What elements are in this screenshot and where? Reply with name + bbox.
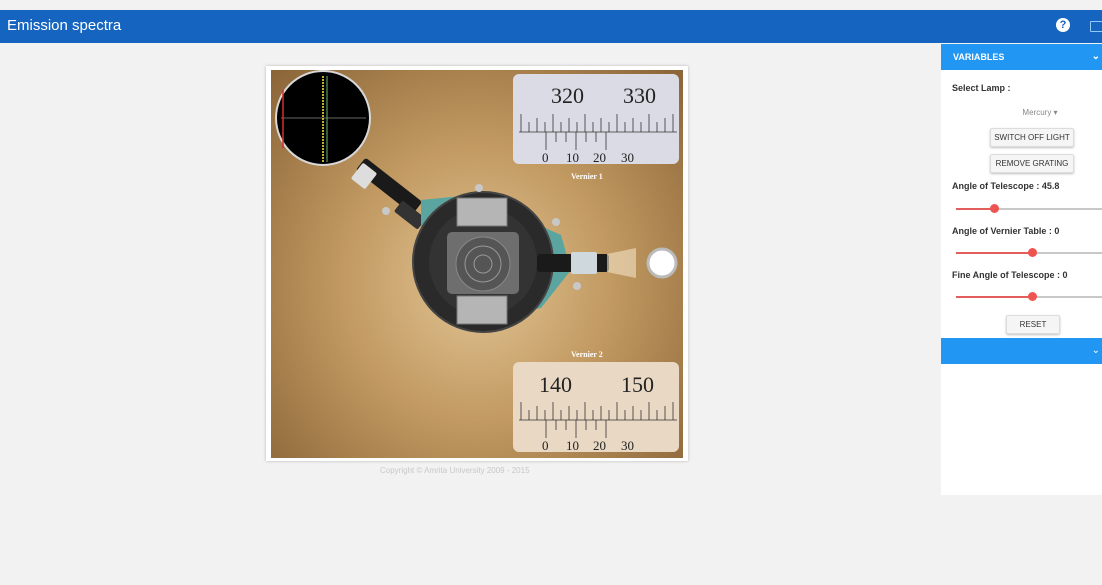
- vernier-2-label: Vernier 2: [571, 350, 603, 359]
- slider-track: [1032, 296, 1102, 298]
- remove-grating-button[interactable]: REMOVE GRATING: [990, 154, 1074, 173]
- vernier-2-sub-30: 30: [621, 438, 634, 453]
- slider-track: [1032, 252, 1102, 254]
- select-lamp-label: Select Lamp :: [952, 83, 1011, 93]
- vernier-1-sub-10: 10: [566, 150, 579, 165]
- grating-platform[interactable]: [455, 236, 511, 292]
- vernier-1-main-right: 330: [623, 83, 656, 108]
- simulation-stage: 320 330 0 10 20 30 Vernier 1 Vernier 2 1…: [271, 70, 683, 458]
- vernier-table-angle-slider[interactable]: [956, 248, 1102, 257]
- app-header-bar: Emission spectra ?: [0, 10, 1102, 43]
- spectrometer-scene: 320 330 0 10 20 30 Vernier 1 Vernier 2 1…: [275, 70, 679, 453]
- switch-off-light-button[interactable]: SWITCH OFF LIGHT: [990, 128, 1074, 147]
- lamp-select-value: Mercury: [1022, 108, 1052, 117]
- collimator-clamp: [571, 252, 597, 274]
- chevron-down-icon[interactable]: ⌄: [1092, 44, 1100, 70]
- vernier-2-main-left: 140: [539, 372, 572, 397]
- adjusting-screw[interactable]: [573, 282, 581, 290]
- vernier-2-sub-10: 10: [566, 438, 579, 453]
- light-beam: [607, 248, 636, 278]
- dropdown-arrow-icon: ▾: [1053, 108, 1058, 117]
- fine-telescope-angle-label: Fine Angle of Telescope : 0: [952, 270, 1068, 280]
- telescope-angle-label: Angle of Telescope : 45.8: [952, 181, 1060, 191]
- chevron-down-icon[interactable]: ⌄: [1092, 338, 1100, 364]
- help-icon[interactable]: ?: [1056, 18, 1070, 32]
- app-title: Emission spectra: [7, 17, 122, 34]
- reset-button[interactable]: RESET: [1006, 315, 1060, 334]
- vernier-2-sub-20: 20: [593, 438, 606, 453]
- slider-knob[interactable]: [990, 204, 999, 213]
- variables-header[interactable]: VARIABLES ⌄: [941, 44, 1102, 70]
- vernier-1-sub-30: 30: [621, 150, 634, 165]
- vernier-window-top: [456, 197, 508, 227]
- adjusting-screw[interactable]: [382, 207, 390, 215]
- vernier-1-sub-20: 20: [593, 150, 606, 165]
- vernier-1-sub-0: 0: [542, 150, 549, 165]
- fine-telescope-angle-slider[interactable]: [956, 292, 1102, 301]
- vernier-1-label: Vernier 1: [571, 172, 603, 181]
- collapsed-section-header[interactable]: ⌄: [941, 338, 1102, 364]
- copyright-text: Copyright © Amrita University 2009 - 201…: [380, 466, 530, 475]
- variables-panel: VARIABLES ⌄ Select Lamp : Mercury ▾ SWIT…: [941, 44, 1102, 495]
- variables-title: VARIABLES: [953, 52, 1005, 62]
- slider-knob[interactable]: [1028, 292, 1037, 301]
- slider-knob[interactable]: [1028, 248, 1037, 257]
- telescope-angle-slider[interactable]: [956, 204, 1102, 213]
- vernier-table-angle-label: Angle of Vernier Table : 0: [952, 226, 1060, 236]
- window-icon[interactable]: [1090, 21, 1102, 32]
- adjusting-screw[interactable]: [475, 184, 483, 192]
- simulation-frame: 320 330 0 10 20 30 Vernier 1 Vernier 2 1…: [266, 66, 688, 461]
- vernier-window-bottom: [456, 295, 508, 325]
- slider-track: [994, 208, 1102, 210]
- telescope-arm[interactable]: [351, 158, 426, 230]
- lamp-source: [646, 247, 678, 279]
- adjusting-screw[interactable]: [552, 218, 560, 226]
- vernier-2-sub-0: 0: [542, 438, 549, 453]
- vernier-2-main-right: 150: [621, 372, 654, 397]
- vernier-1-main-left: 320: [551, 83, 584, 108]
- lamp-select[interactable]: Mercury ▾: [1008, 106, 1072, 120]
